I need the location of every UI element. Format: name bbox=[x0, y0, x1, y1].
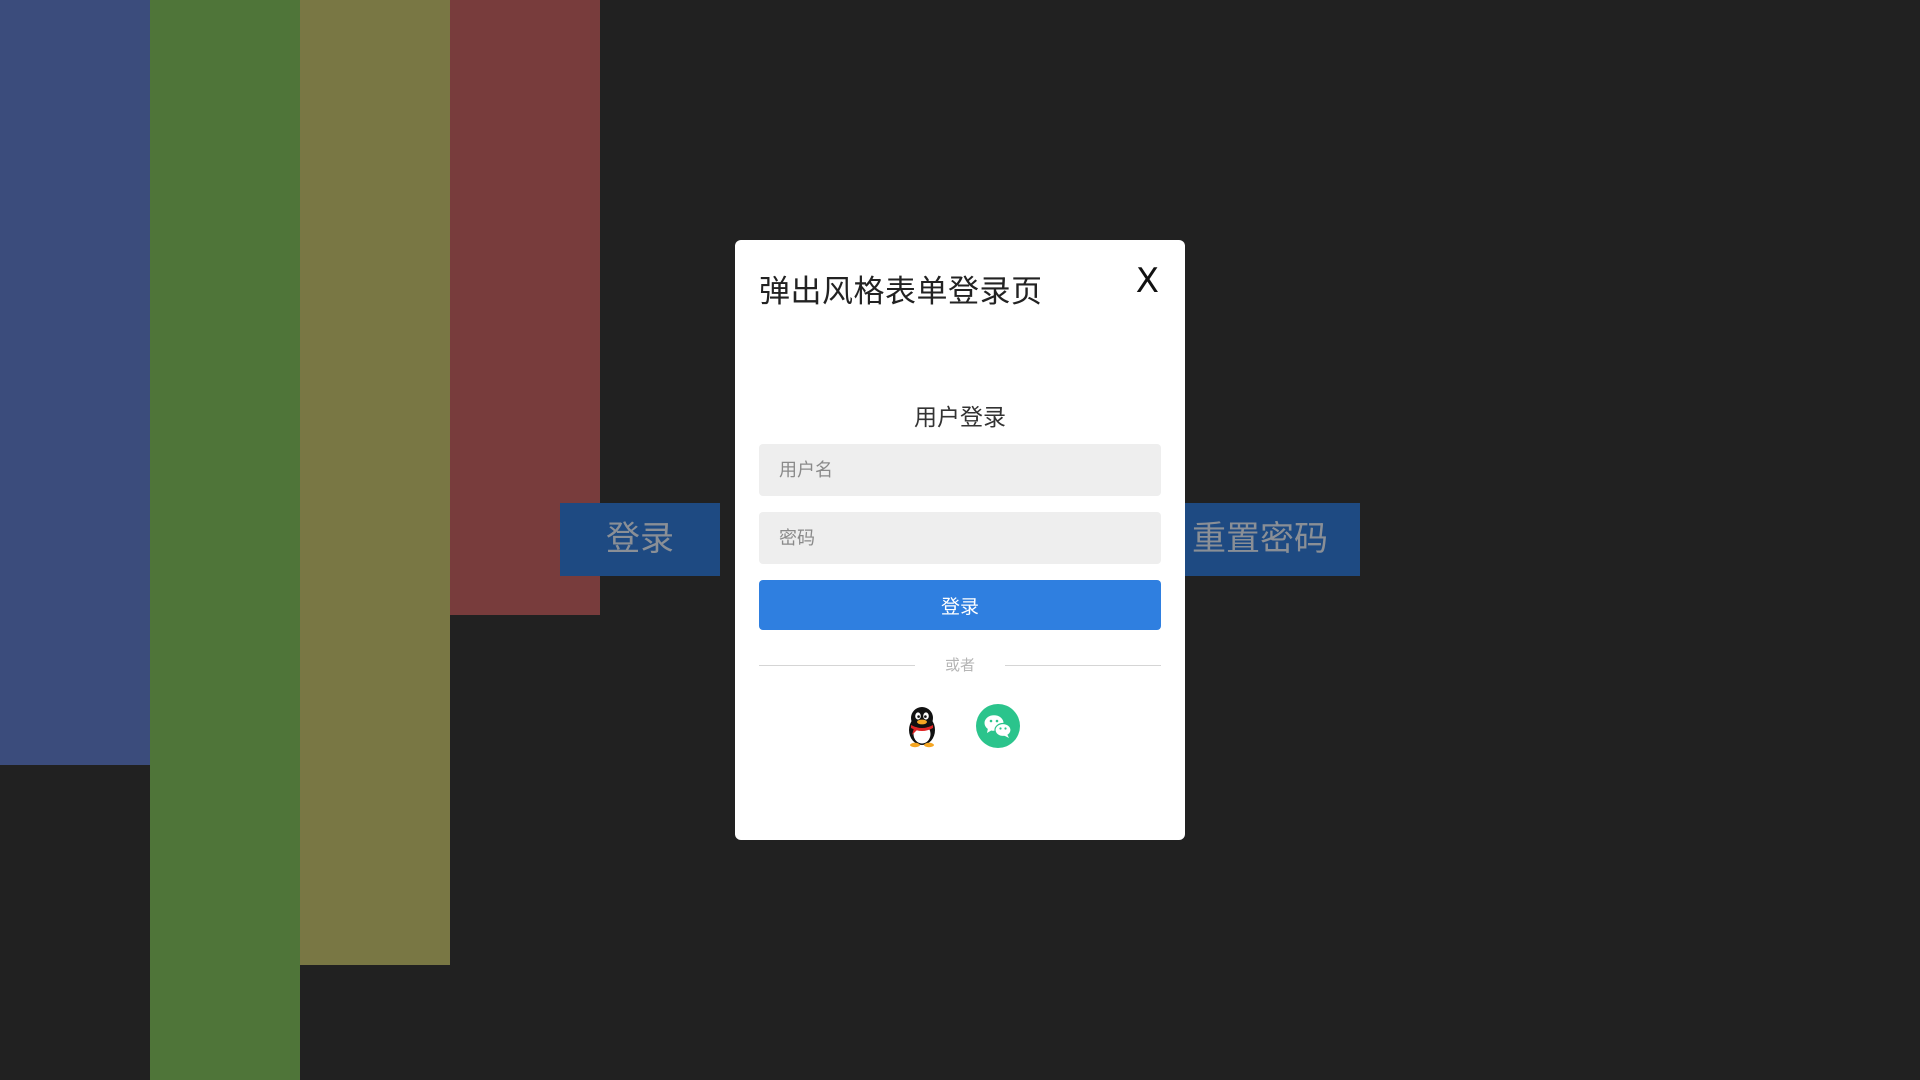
password-input[interactable] bbox=[759, 512, 1161, 564]
divider-line-right bbox=[1005, 665, 1161, 666]
modal-overlay: 弹出风格表单登录页 X 用户登录 登录 或者 bbox=[0, 0, 1920, 1080]
login-modal: 弹出风格表单登录页 X 用户登录 登录 或者 bbox=[735, 240, 1185, 840]
login-submit-button[interactable]: 登录 bbox=[759, 580, 1161, 630]
username-input[interactable] bbox=[759, 444, 1161, 496]
qq-icon[interactable] bbox=[900, 704, 944, 748]
close-button[interactable]: X bbox=[1136, 264, 1159, 298]
wechat-icon[interactable] bbox=[976, 704, 1020, 748]
form-heading: 用户登录 bbox=[914, 405, 1006, 431]
modal-title: 弹出风格表单登录页 bbox=[759, 274, 1043, 310]
